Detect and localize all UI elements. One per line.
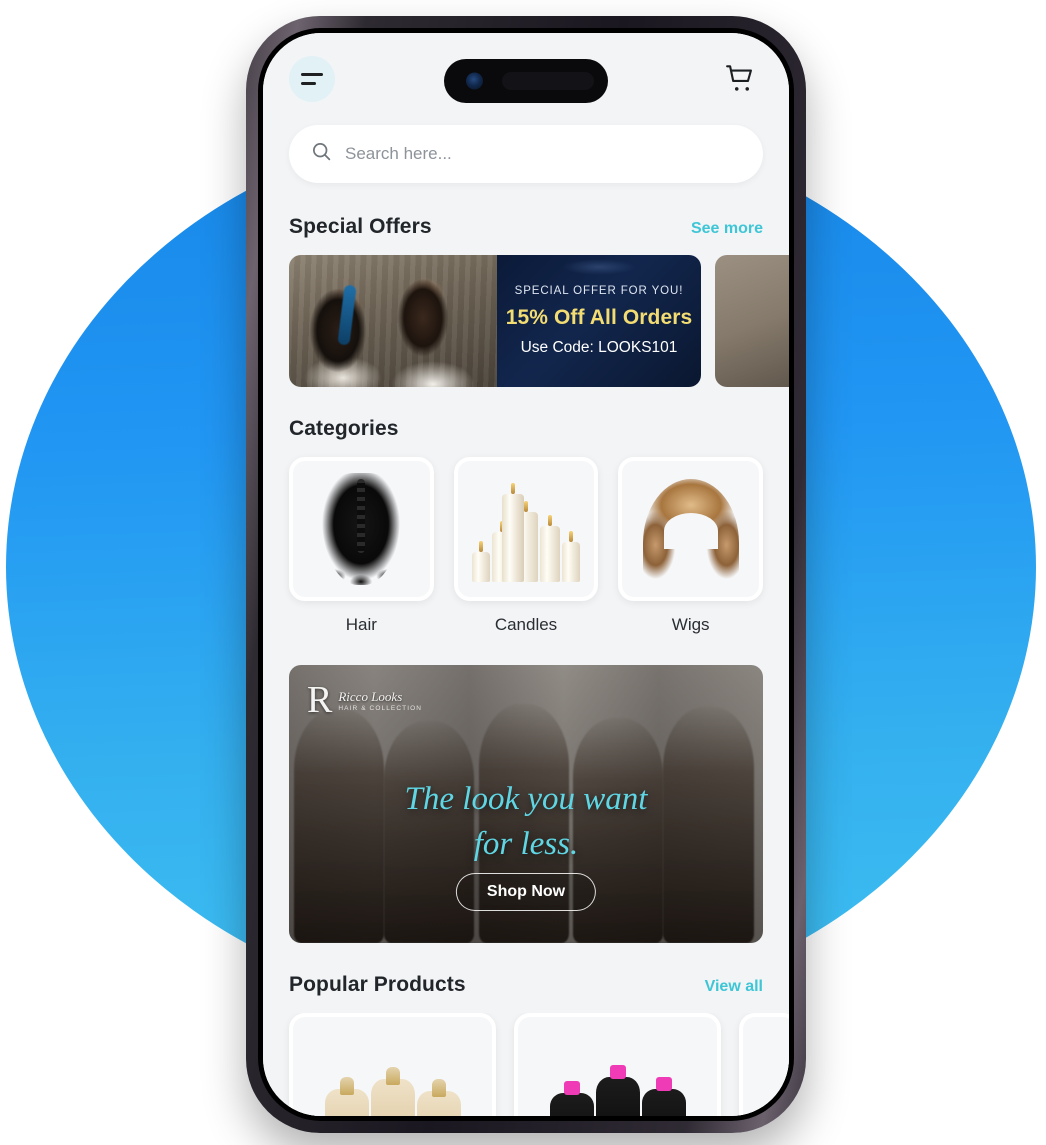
brand-wordmark: Ricco Looks HAIR & COLLECTION <box>338 689 422 712</box>
category-tile <box>453 457 599 601</box>
hamburger-menu-icon[interactable] <box>289 56 335 102</box>
hair-bundle <box>641 1089 686 1116</box>
phone-screen: Special Offers See more SPECIAL OFFER FO… <box>263 33 789 1116</box>
product-card-next[interactable] <box>739 1013 789 1116</box>
product-card-black-bundles[interactable] <box>514 1013 721 1116</box>
hair-highlight-streak <box>337 284 357 346</box>
brand-tagline: HAIR & COLLECTION <box>338 704 423 712</box>
category-item-hair[interactable]: Hair <box>289 457 434 635</box>
hair-bundle <box>549 1093 594 1116</box>
hero-promo-banner[interactable]: R Ricco Looks HAIR & COLLECTION The look… <box>289 665 763 943</box>
category-tile <box>618 457 764 601</box>
category-item-candles[interactable]: Candles <box>453 457 599 635</box>
hair-bundle <box>416 1091 461 1116</box>
search-bar[interactable] <box>289 125 763 183</box>
app-viewport: Special Offers See more SPECIAL OFFER FO… <box>263 33 789 1116</box>
popular-products-carousel[interactable] <box>263 1013 789 1116</box>
hair-art-icon <box>322 473 401 585</box>
brand-name: Ricco Looks <box>338 688 403 704</box>
menu-bar-top <box>301 73 323 76</box>
category-item-wigs[interactable]: Wigs <box>618 457 764 635</box>
hair-bundle <box>370 1079 415 1116</box>
search-input[interactable] <box>345 144 741 164</box>
blonde-hair-bundles-image <box>324 1079 461 1116</box>
shopping-cart-icon[interactable] <box>719 57 763 101</box>
special-offers-carousel[interactable]: SPECIAL OFFER FOR YOU! 15% Off All Order… <box>263 255 789 387</box>
candles-art-icon <box>472 476 580 582</box>
categories-title: Categories <box>289 417 399 440</box>
popular-products-view-all-link[interactable]: View all <box>705 978 763 996</box>
wig-art-icon <box>642 479 739 579</box>
hero-headline-line1: The look you want <box>404 781 648 817</box>
category-label: Wigs <box>671 615 710 634</box>
special-offers-header: Special Offers See more <box>263 215 789 239</box>
phone-device-frame: Special Offers See more SPECIAL OFFER FO… <box>246 16 806 1133</box>
special-offer-card-next[interactable] <box>715 255 789 387</box>
menu-bar-bottom <box>301 82 316 85</box>
category-label: Candles <box>494 615 558 634</box>
hero-headline: The look you want for less. <box>289 777 763 866</box>
special-offer-headline: 15% Off All Orders <box>505 306 693 329</box>
search-icon <box>311 141 332 167</box>
dynamic-island <box>444 59 608 103</box>
phone-bezel: Special Offers See more SPECIAL OFFER FO… <box>258 28 794 1121</box>
special-offers-title: Special Offers <box>289 215 432 238</box>
special-offer-photo <box>289 255 497 387</box>
special-offer-kicker: SPECIAL OFFER FOR YOU! <box>514 285 684 297</box>
hair-bundle <box>324 1089 369 1116</box>
mockup-stage: Special Offers See more SPECIAL OFFER FO… <box>0 0 1046 1145</box>
shop-now-button[interactable]: Shop Now <box>455 873 597 911</box>
black-hair-bundles-image <box>549 1077 686 1116</box>
product-card-blonde-bundles[interactable] <box>289 1013 496 1116</box>
popular-products-header: Popular Products View all <box>263 973 789 997</box>
popular-products-title: Popular Products <box>289 973 466 996</box>
front-camera-icon <box>466 72 483 90</box>
special-offer-promo-code: Use Code: LOOKS101 <box>520 339 678 356</box>
hair-bundle <box>595 1077 640 1116</box>
categories-header: Categories <box>263 417 789 441</box>
brand-logo: R Ricco Looks HAIR & COLLECTION <box>307 681 422 719</box>
earpiece-speaker <box>502 72 594 90</box>
category-label: Hair <box>345 615 377 634</box>
category-tile <box>289 457 434 601</box>
categories-grid: Hair Candles Wigs <box>263 457 789 635</box>
search-section <box>263 125 789 183</box>
brand-monogram: R <box>307 679 333 721</box>
special-offers-see-more-link[interactable]: See more <box>691 220 763 238</box>
hero-headline-line2: for less. <box>473 825 579 862</box>
special-offer-text-panel: SPECIAL OFFER FOR YOU! 15% Off All Order… <box>497 255 701 387</box>
special-offer-card[interactable]: SPECIAL OFFER FOR YOU! 15% Off All Order… <box>289 255 701 387</box>
